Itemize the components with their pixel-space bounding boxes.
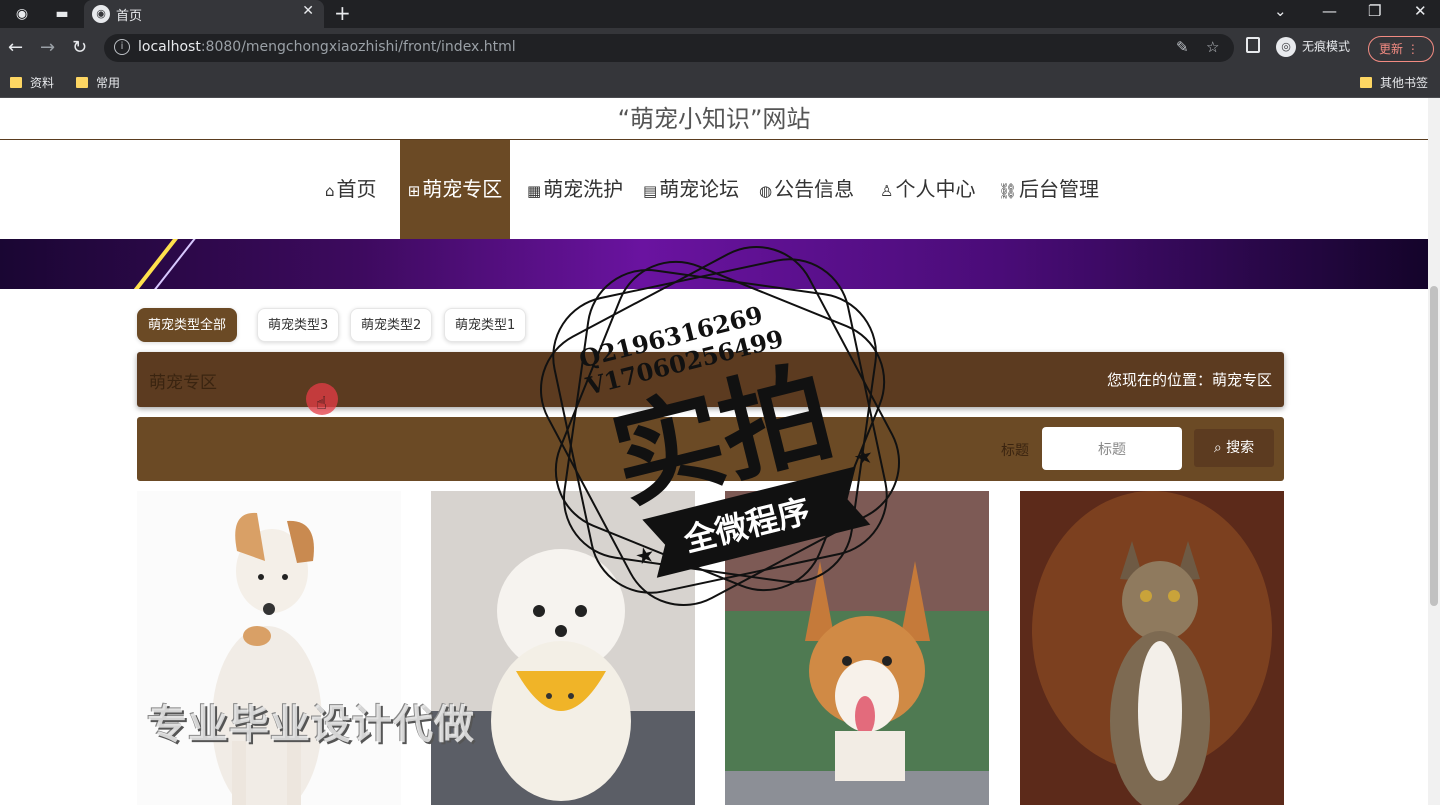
side-panel-icon[interactable] — [1246, 37, 1260, 53]
pet-card-cat[interactable] — [1020, 491, 1284, 805]
update-button[interactable]: 更新 ⋮ — [1368, 36, 1434, 62]
browser-toolbar: ← → ↻ i localhost:8080/mengchongxiaozhis… — [0, 28, 1440, 68]
site-title: “萌宠小知识”网站 — [0, 98, 1428, 140]
bookmark-folder-ziliao[interactable]: 资料 — [10, 74, 54, 91]
clipboard-icon: ▤ — [643, 182, 658, 200]
nav-pet-forum[interactable]: ▤ 萌宠论坛 — [643, 140, 739, 239]
tab-favicon-icon: ◉ — [92, 5, 110, 23]
folder-icon — [76, 77, 88, 88]
search-bar: 标题 ⌕ 搜索 — [137, 417, 1284, 481]
pet-photo-cat — [1020, 491, 1284, 805]
bookmark-folder-other[interactable]: 其他书签 — [1360, 74, 1428, 91]
bookmark-folder-changyong[interactable]: 常用 — [76, 74, 120, 91]
nav-personal-center[interactable]: ♙ 个人中心 — [880, 140, 975, 239]
pet-card-bichon[interactable] — [431, 491, 695, 805]
nav-pet-zone[interactable]: ⊞ 萌宠专区 — [400, 140, 510, 239]
banner-image — [0, 239, 1428, 289]
title-search-input[interactable] — [1042, 427, 1182, 470]
nav-pet-grooming[interactable]: ▦ 萌宠洗护 — [527, 140, 623, 239]
main-nav: ⌂ 首页 ⊞ 萌宠专区 ▦ 萌宠洗护 ▤ 萌宠论坛 ◍ 公告信息 ♙ 个人中心 ⛓ 后台管理 — [0, 140, 1428, 239]
restore-icon[interactable]: ❐ — [1368, 2, 1381, 20]
forward-icon[interactable]: → — [40, 37, 55, 58]
globe-icon[interactable]: ◉ — [12, 4, 32, 24]
category-type3[interactable]: 萌宠类型3 — [257, 308, 340, 342]
breadcrumb: 您现在的位置：萌宠专区 — [1106, 371, 1272, 389]
pet-photo-terrier — [137, 491, 401, 805]
category-type2[interactable]: 萌宠类型2 — [350, 308, 433, 342]
incognito-icon: ◎ — [1276, 37, 1296, 57]
tab-search-icon[interactable]: ⌄ — [1274, 2, 1287, 20]
incognito-indicator[interactable]: ◎ 无痕模式 — [1276, 37, 1350, 57]
pet-photo-bichon — [431, 491, 695, 805]
folder-icon — [10, 77, 22, 88]
nav-admin[interactable]: ⛓ 后台管理 — [998, 140, 1099, 239]
link-icon: ⛓ — [998, 182, 1018, 200]
grid-icon: ⊞ — [407, 182, 421, 200]
reload-icon[interactable]: ↻ — [72, 37, 87, 58]
address-bar[interactable]: i localhost:8080/mengchongxiaozhishi/fro… — [104, 34, 1234, 62]
nav-announcements[interactable]: ◍ 公告信息 — [759, 140, 854, 239]
window-icon[interactable]: ▬ — [52, 4, 72, 24]
close-window-icon[interactable]: ✕ — [1414, 2, 1427, 20]
browser-tab-active[interactable]: ◉ 首页 ✕ — [84, 0, 324, 28]
translate-icon[interactable]: ✎ — [1176, 38, 1189, 56]
tab-close-icon[interactable]: ✕ — [302, 3, 314, 19]
bookmark-star-icon[interactable]: ☆ — [1206, 38, 1219, 56]
url-text[interactable]: localhost:8080/mengchongxiaozhishi/front… — [138, 39, 516, 55]
user-icon: ♙ — [880, 182, 894, 200]
new-tab-icon[interactable]: + — [334, 1, 351, 25]
site-info-icon[interactable]: i — [114, 39, 130, 55]
bookmarks-bar: 资料 常用 其他书签 — [0, 68, 1440, 98]
watermark-bottom-text: 专业毕业设计代做 — [147, 702, 475, 748]
page-scrollbar[interactable] — [1428, 98, 1440, 805]
minimize-icon[interactable]: — — [1322, 2, 1337, 20]
category-type1[interactable]: 萌宠类型1 — [444, 308, 527, 342]
nav-home[interactable]: ⌂ 首页 — [325, 140, 377, 239]
search-label: 标题 — [1001, 443, 1029, 459]
back-icon[interactable]: ← — [8, 37, 23, 58]
pet-photo-corgi — [725, 491, 989, 805]
search-icon: ⌕ — [1213, 440, 1222, 456]
tab-title: 首页 — [116, 9, 143, 24]
web-page: “萌宠小知识”网站 ⌂ 首页 ⊞ 萌宠专区 ▦ 萌宠洗护 ▤ 萌宠论坛 ◍ 公告信息 ♙ 个… — [0, 98, 1428, 805]
home-icon: ⌂ — [325, 182, 335, 200]
hand-cursor-icon: ☝ — [316, 393, 327, 414]
scrollbar-thumb[interactable] — [1430, 286, 1438, 606]
section-title: 萌宠专区 — [149, 373, 217, 393]
search-button[interactable]: ⌕ 搜索 — [1194, 429, 1274, 467]
browser-tab-bar: ◉ ▬ ◉ 首页 ✕ + ⌄ — ❐ ✕ — [0, 0, 1440, 28]
apps-icon: ▦ — [527, 182, 542, 200]
pet-card-terrier[interactable] — [137, 491, 401, 805]
globe-icon: ◍ — [759, 182, 773, 200]
folder-icon — [1360, 77, 1372, 88]
category-all[interactable]: 萌宠类型全部 — [137, 308, 238, 342]
pet-card-corgi[interactable] — [725, 491, 989, 805]
